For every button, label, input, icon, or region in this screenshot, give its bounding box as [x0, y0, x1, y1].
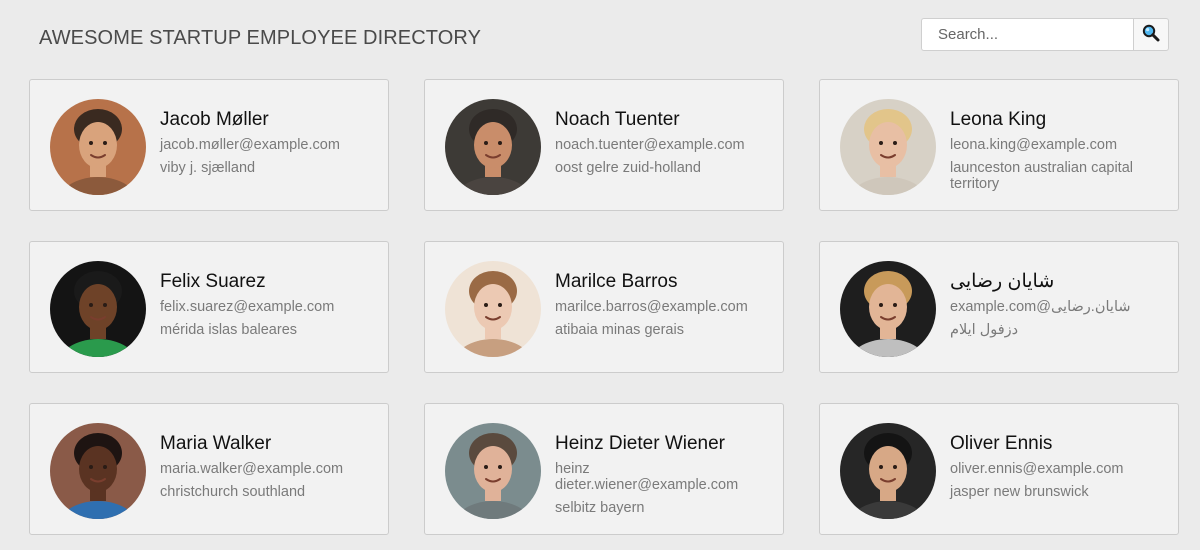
employee-name: Leona King — [950, 109, 1047, 130]
employee-info: Marilce Barros marilce.barros@example.co… — [555, 269, 767, 338]
avatar — [445, 261, 541, 357]
employee-info: Leona King leona.king@example.com launce… — [950, 107, 1162, 192]
employee-location: jasper new brunswick — [950, 484, 1089, 500]
employee-email: leona.king@example.com — [950, 137, 1118, 153]
avatar — [840, 423, 936, 519]
employee-email: noach.tuenter@example.com — [555, 137, 745, 153]
employee-location: دزفول ایلام — [950, 322, 1019, 338]
search-input[interactable] — [921, 18, 1133, 51]
employee-grid: Jacob Møller jacob.møller@example.com vi… — [29, 79, 1179, 535]
avatar-photo — [50, 99, 146, 195]
search-button[interactable] — [1133, 18, 1169, 51]
employee-name: Marilce Barros — [555, 271, 678, 292]
avatar-photo — [50, 423, 146, 519]
page-header: AWESOME STARTUP EMPLOYEE DIRECTORY — [0, 0, 1200, 79]
employee-card[interactable]: Noach Tuenter noach.tuenter@example.com … — [424, 79, 784, 211]
employee-info: شایان رضایی شایان.رضایی@example.com دزفو… — [950, 269, 1162, 338]
employee-email: jacob.møller@example.com — [160, 137, 340, 153]
employee-name: شایان رضایی — [950, 271, 1055, 292]
employee-location: mérida islas baleares — [160, 322, 298, 338]
search-icon — [1141, 23, 1161, 46]
employee-card[interactable]: Felix Suarez felix.suarez@example.com mé… — [29, 241, 389, 373]
page-title: AWESOME STARTUP EMPLOYEE DIRECTORY — [39, 27, 482, 49]
employee-name: Felix Suarez — [160, 271, 266, 292]
avatar — [445, 423, 541, 519]
employee-name: Jacob Møller — [160, 109, 269, 130]
employee-location: viby j. sjælland — [160, 160, 256, 176]
avatar — [50, 99, 146, 195]
employee-location: selbitz bayern — [555, 500, 645, 516]
avatar — [50, 261, 146, 357]
employee-name: Oliver Ennis — [950, 433, 1053, 454]
employee-card[interactable]: Oliver Ennis oliver.ennis@example.com ja… — [819, 403, 1179, 535]
employee-info: Felix Suarez felix.suarez@example.com mé… — [160, 269, 372, 338]
employee-info: Oliver Ennis oliver.ennis@example.com ja… — [950, 431, 1162, 500]
employee-email: felix.suarez@example.com — [160, 299, 335, 315]
avatar — [50, 423, 146, 519]
avatar-photo — [840, 99, 936, 195]
avatar — [840, 261, 936, 357]
employee-info: Noach Tuenter noach.tuenter@example.com … — [555, 107, 767, 176]
employee-card[interactable]: شایان رضایی شایان.رضایی@example.com دزفو… — [819, 241, 1179, 373]
search-form — [921, 18, 1169, 51]
avatar-photo — [445, 99, 541, 195]
employee-card[interactable]: Heinz Dieter Wiener heinz dieter.wiener@… — [424, 403, 784, 535]
avatar — [445, 99, 541, 195]
employee-email: marilce.barros@example.com — [555, 299, 748, 315]
avatar — [840, 99, 936, 195]
employee-location: launceston australian capital territory — [950, 160, 1133, 192]
employee-location: atibaia minas gerais — [555, 322, 684, 338]
employee-info: Heinz Dieter Wiener heinz dieter.wiener@… — [555, 431, 767, 516]
employee-name: Maria Walker — [160, 433, 272, 454]
avatar-photo — [840, 423, 936, 519]
employee-card[interactable]: Maria Walker maria.walker@example.com ch… — [29, 403, 389, 535]
avatar-photo — [840, 261, 936, 357]
employee-name: Heinz Dieter Wiener — [555, 433, 725, 454]
avatar-photo — [50, 261, 146, 357]
employee-email: maria.walker@example.com — [160, 461, 344, 477]
employee-card[interactable]: Leona King leona.king@example.com launce… — [819, 79, 1179, 211]
employee-email: شایان.رضایی@example.com — [950, 299, 1131, 315]
employee-info: Jacob Møller jacob.møller@example.com vi… — [160, 107, 372, 176]
avatar-photo — [445, 261, 541, 357]
employee-name: Noach Tuenter — [555, 109, 680, 130]
employee-email: oliver.ennis@example.com — [950, 461, 1124, 477]
avatar-photo — [445, 423, 541, 519]
employee-card[interactable]: Marilce Barros marilce.barros@example.co… — [424, 241, 784, 373]
employee-location: christchurch southland — [160, 484, 306, 500]
employee-location: oost gelre zuid-holland — [555, 160, 701, 176]
employee-card[interactable]: Jacob Møller jacob.møller@example.com vi… — [29, 79, 389, 211]
employee-email: heinz dieter.wiener@example.com — [555, 461, 739, 493]
employee-info: Maria Walker maria.walker@example.com ch… — [160, 431, 372, 500]
